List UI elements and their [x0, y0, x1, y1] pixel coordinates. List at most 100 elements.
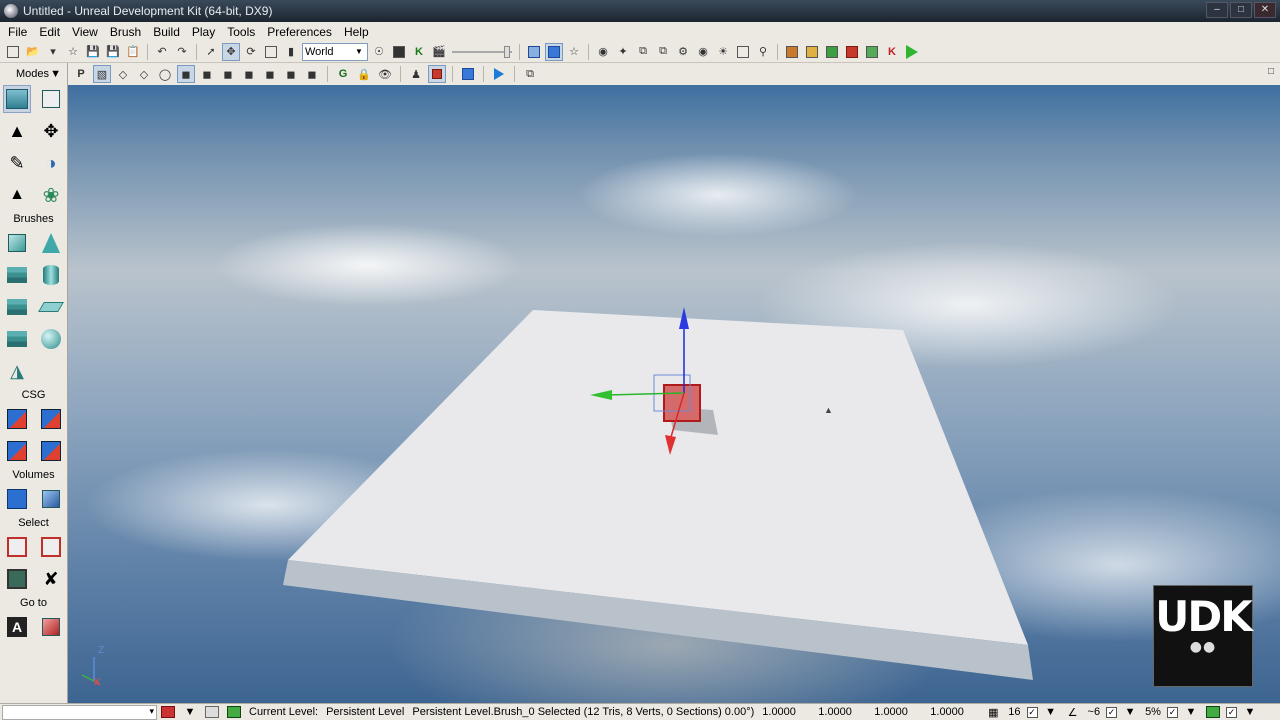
close-button[interactable]: ✕ — [1254, 2, 1276, 18]
chevron-down-icon[interactable]: ▼ — [1183, 705, 1199, 720]
menu-build[interactable]: Build — [147, 25, 186, 39]
static-mesh-button[interactable]: ▲ — [3, 181, 31, 209]
drag-grid-icon[interactable] — [160, 705, 176, 720]
perspective-viewport[interactable]: ▲ Z X UDK ●● — [68, 85, 1280, 703]
chevron-down-icon[interactable]: ▼ — [1043, 705, 1059, 720]
spiral-stair-button[interactable] — [3, 325, 31, 353]
dropdown-arrow-icon[interactable]: ▾ — [44, 43, 62, 61]
scale-tool-icon[interactable] — [262, 43, 280, 61]
select-tool-icon[interactable]: ➚ — [202, 43, 220, 61]
autosave-icon[interactable] — [1205, 705, 1221, 720]
open-file-icon[interactable]: 📂 — [24, 43, 42, 61]
slider-thumb[interactable] — [504, 45, 510, 58]
rotation-snap-checkbox[interactable]: ✓ — [1106, 706, 1118, 718]
command-input[interactable] — [2, 704, 157, 720]
split-view-icon[interactable]: ⧉ — [521, 65, 539, 83]
shader-complexity-icon[interactable]: ◼ — [282, 65, 300, 83]
menu-preferences[interactable]: Preferences — [261, 25, 338, 39]
add-volume-button[interactable] — [3, 485, 31, 513]
grid-toggle-icon[interactable] — [204, 705, 220, 720]
menu-view[interactable]: View — [66, 25, 104, 39]
scale-field-uniform[interactable]: 1.0000 — [926, 706, 982, 718]
foliage-mode-button[interactable]: ❀ — [37, 181, 65, 209]
lightmap-density-icon[interactable]: ◼ — [303, 65, 321, 83]
build-paths-icon[interactable]: ⧉ — [634, 43, 652, 61]
csg-deintersect-button[interactable] — [37, 437, 65, 465]
chevron-down-icon[interactable]: ▼ — [50, 68, 61, 80]
texture-density-icon[interactable]: ◼ — [261, 65, 279, 83]
arrow-down-icon[interactable]: ▼ — [182, 705, 198, 720]
mesh-paint-button[interactable]: ◑ — [37, 149, 65, 177]
search-icon[interactable]: ⚲ — [754, 43, 772, 61]
realtime-play-icon[interactable] — [490, 65, 508, 83]
save-all-icon[interactable]: 💾 — [104, 43, 122, 61]
linear-stair-button[interactable] — [3, 293, 31, 321]
terrain-mode-button[interactable]: ▲ — [3, 117, 31, 145]
play-kismet-icon[interactable]: K — [883, 43, 901, 61]
hide-selected-button[interactable] — [37, 533, 65, 561]
wireframe-mode-icon[interactable]: ◇ — [114, 65, 132, 83]
goto-actor-button[interactable]: A — [3, 613, 31, 641]
chevron-down-icon[interactable]: ▼ — [1122, 705, 1138, 720]
show-all-button[interactable]: ✘ — [37, 565, 65, 593]
builder-brush-cube[interactable] — [663, 384, 701, 422]
grid-snap-checkbox[interactable]: ✓ — [1026, 706, 1038, 718]
lighting-info-icon[interactable]: ◉ — [694, 43, 712, 61]
menu-play[interactable]: Play — [186, 25, 221, 39]
autosave-checkbox[interactable]: ✓ — [1225, 706, 1237, 718]
menu-brush[interactable]: Brush — [104, 25, 147, 39]
sheet-brush-button[interactable] — [37, 293, 65, 321]
volume-classes-button[interactable] — [37, 485, 65, 513]
csg-add-button[interactable] — [3, 405, 31, 433]
actor-icon[interactable]: ♟ — [407, 65, 425, 83]
scale-field-y[interactable]: 1.0000 — [814, 706, 870, 718]
play-in-editor-icon[interactable] — [903, 43, 921, 61]
level-streaming-icon[interactable] — [803, 43, 821, 61]
level-check-icon[interactable] — [226, 705, 242, 720]
build-all-icon[interactable]: ⚙ — [674, 43, 692, 61]
csg-intersect-button[interactable] — [3, 437, 31, 465]
new-file-icon[interactable] — [4, 43, 22, 61]
unlit-mode-icon[interactable]: ◯ — [156, 65, 174, 83]
package-icon[interactable] — [783, 43, 801, 61]
binoculars-icon[interactable]: ☉ — [370, 43, 388, 61]
kismet-icon[interactable]: K — [410, 43, 428, 61]
eye-icon[interactable]: 👁 — [376, 65, 394, 83]
save-copy-icon[interactable]: 📋 — [124, 43, 142, 61]
brush-wireframe-icon[interactable]: ◇ — [135, 65, 153, 83]
cylinder-brush-button[interactable] — [37, 261, 65, 289]
lighting-only-icon[interactable]: ◼ — [219, 65, 237, 83]
cube-brush-button[interactable] — [3, 229, 31, 257]
maximize-button[interactable]: □ — [1230, 2, 1252, 18]
lock-icon[interactable]: 🔒 — [355, 65, 373, 83]
chevron-down-icon[interactable]: ▼ — [1242, 705, 1258, 720]
lit-mode-icon[interactable]: ◼ — [177, 65, 195, 83]
scale-field-z[interactable]: 1.0000 — [870, 706, 926, 718]
menu-tools[interactable]: Tools — [221, 25, 261, 39]
coordinate-system-select[interactable]: World ▼ — [302, 42, 368, 61]
level-icon[interactable] — [823, 43, 841, 61]
viewport-maximize-icon[interactable]: □ — [1268, 66, 1274, 77]
show-selected-button[interactable] — [3, 533, 31, 561]
frame-icon[interactable] — [734, 43, 752, 61]
pie-console-icon[interactable] — [843, 43, 861, 61]
light-bulb-icon[interactable]: ☀ — [714, 43, 732, 61]
scale-snap-checkbox[interactable]: ✓ — [1166, 706, 1178, 718]
menu-help[interactable]: Help — [338, 25, 375, 39]
light-complexity-icon[interactable]: ◼ — [240, 65, 258, 83]
scale-nonuniform-icon[interactable]: ▮ — [282, 43, 300, 61]
volumetric-brush-button[interactable]: ◮ — [3, 357, 31, 385]
build-cover-icon[interactable]: ⧉ — [654, 43, 672, 61]
game-view-toggle[interactable]: G — [334, 65, 352, 83]
minimize-button[interactable]: – — [1206, 2, 1228, 18]
favorite-icon[interactable]: ☆ — [64, 43, 82, 61]
undo-icon[interactable]: ↶ — [153, 43, 171, 61]
menu-file[interactable]: File — [2, 25, 33, 39]
csg-subtract-button[interactable] — [37, 405, 65, 433]
rotate-tool-icon[interactable]: ⟳ — [242, 43, 260, 61]
grid-size-value[interactable]: 16 — [1004, 706, 1024, 718]
detail-lighting-icon[interactable]: ◼ — [198, 65, 216, 83]
camera-mode-button[interactable] — [3, 85, 31, 113]
cone-brush-button[interactable] — [37, 229, 65, 257]
viewport-options-icon[interactable]: ▧ — [93, 65, 111, 83]
